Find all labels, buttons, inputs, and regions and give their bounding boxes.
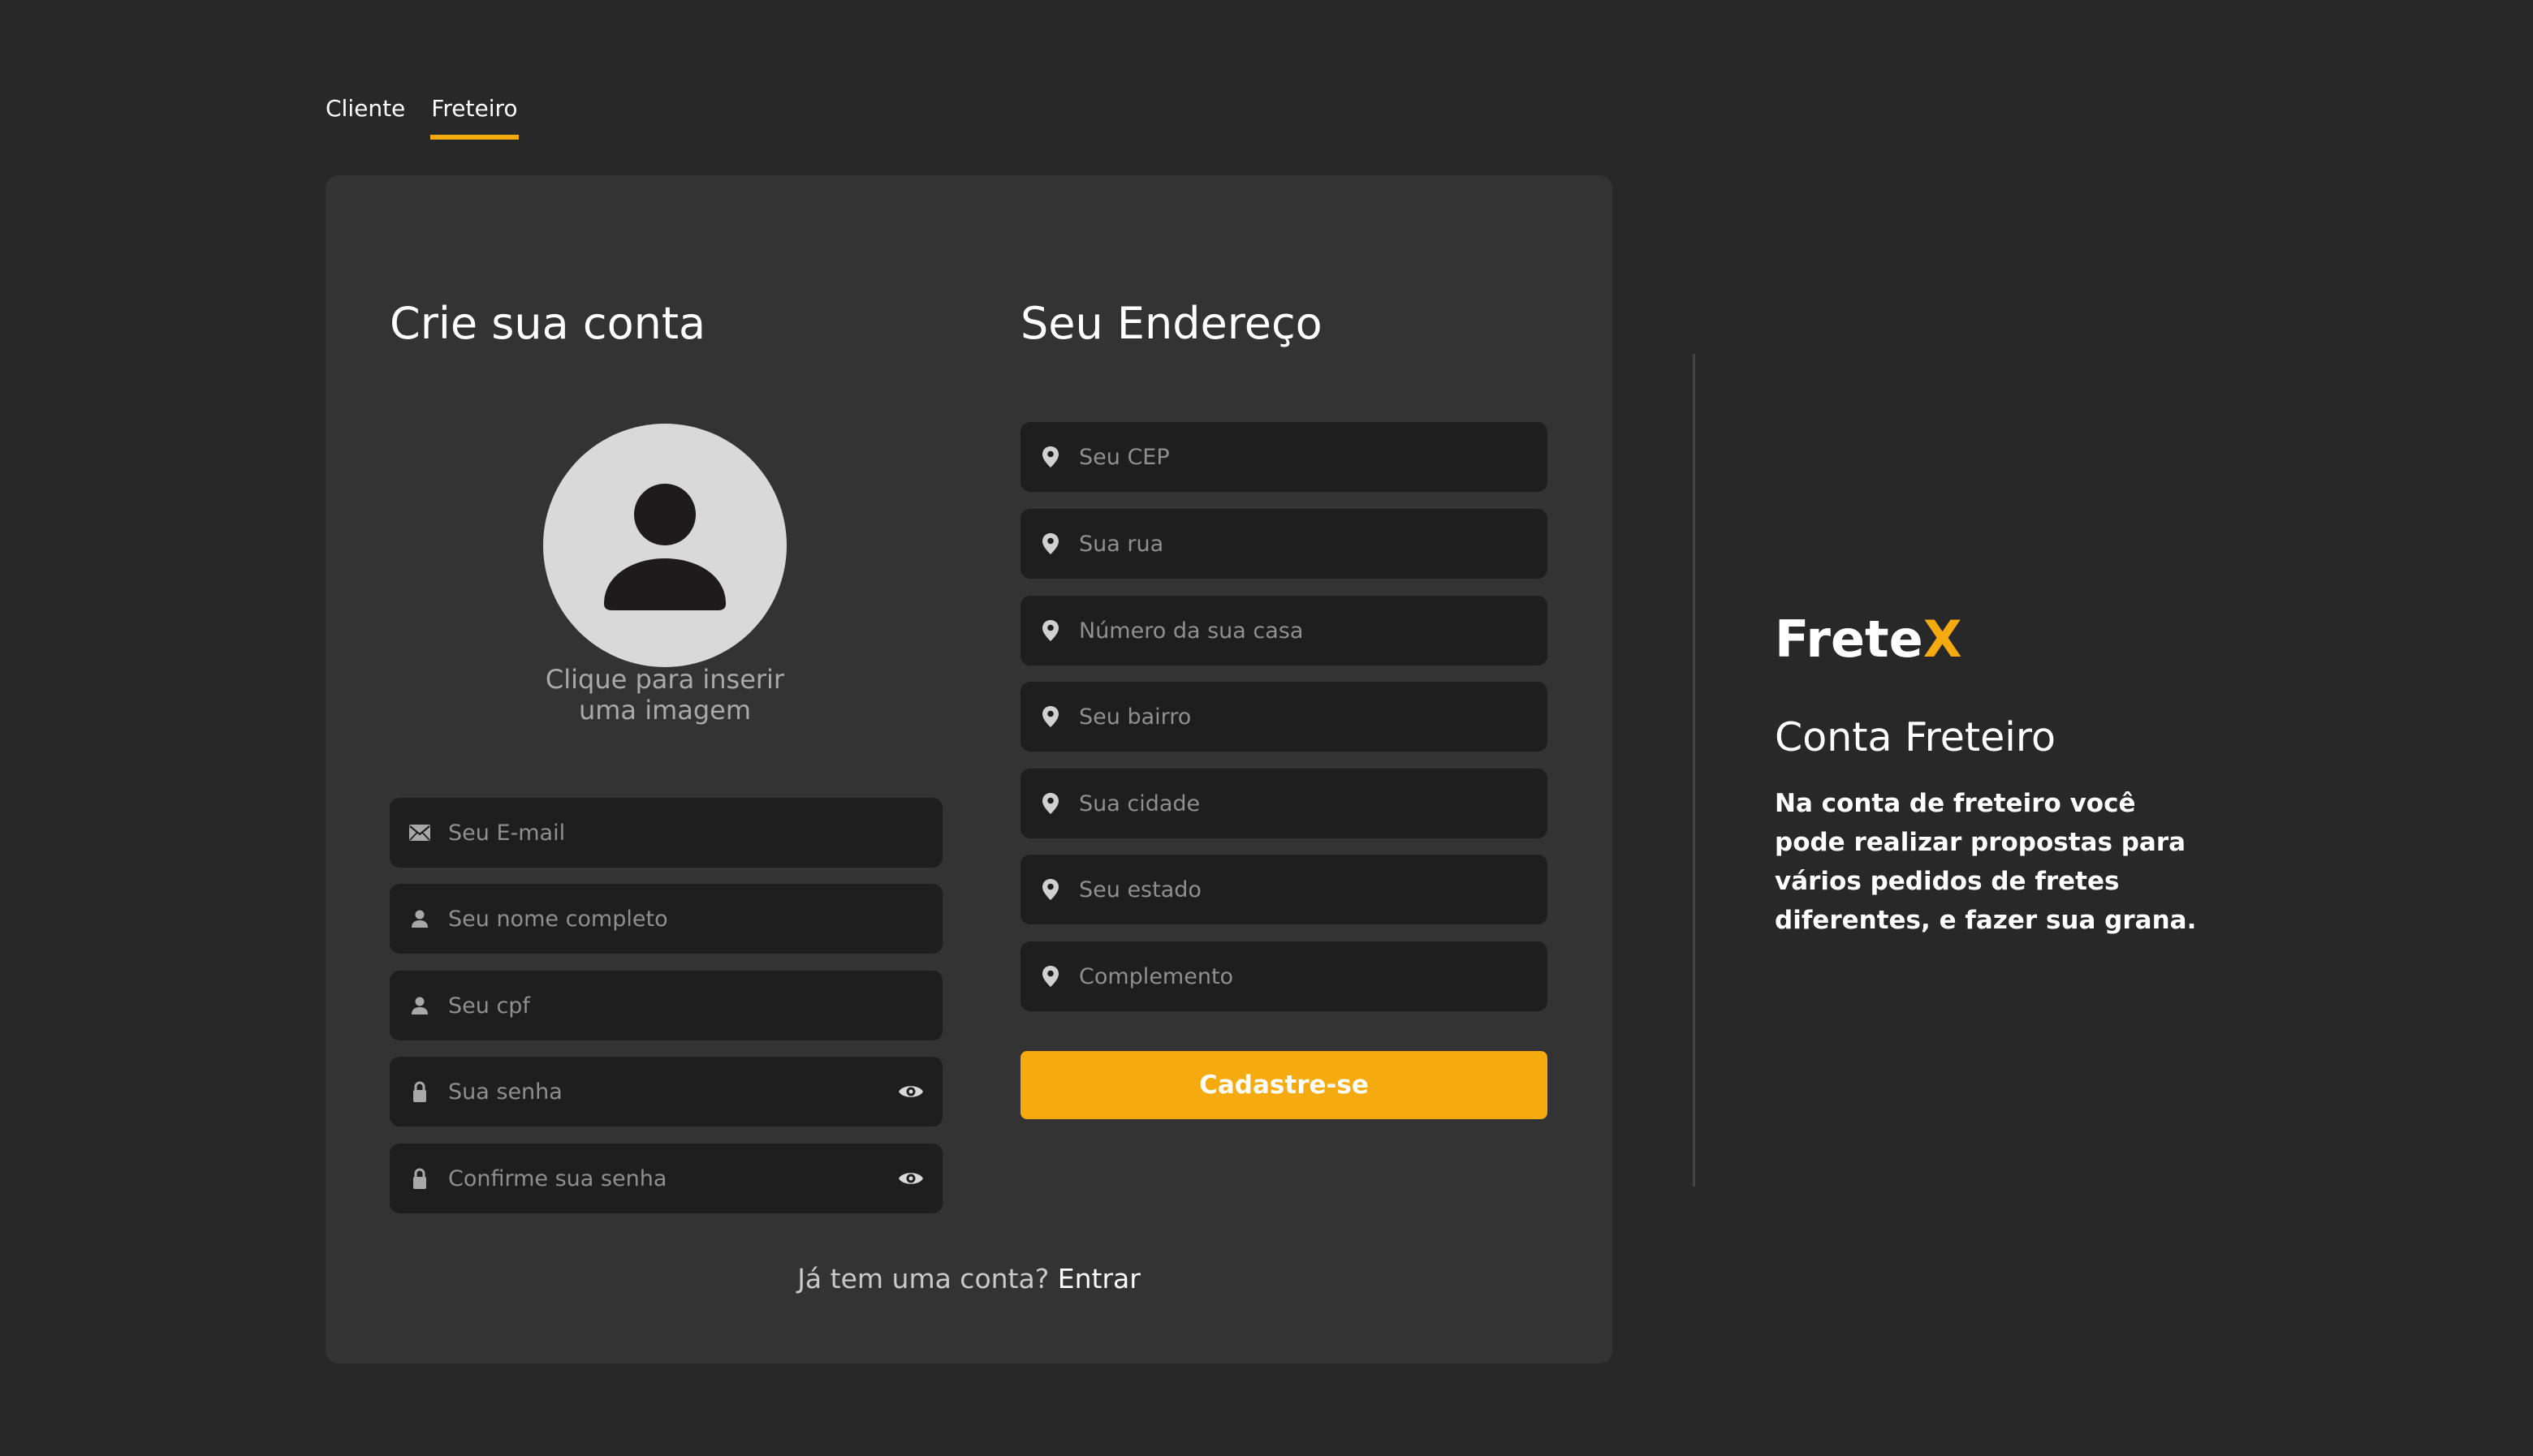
map-pin-icon xyxy=(1038,704,1063,729)
lock-icon xyxy=(408,1166,432,1191)
user-icon xyxy=(408,907,432,931)
vertical-divider xyxy=(1693,354,1695,1187)
neighborhood-placeholder: Seu bairro xyxy=(1079,704,1192,730)
tab-cliente[interactable]: Cliente xyxy=(325,91,406,140)
avatar-caption: Clique para inserir uma imagem xyxy=(527,664,803,726)
signup-button[interactable]: Cadastre-se xyxy=(1021,1051,1547,1119)
address-title: Seu Endereço xyxy=(1021,298,1323,349)
full-name-field[interactable]: Seu nome completo xyxy=(390,884,943,954)
brand-accent: X xyxy=(1922,610,1962,669)
login-prompt-text: Já tem uma conta? xyxy=(797,1263,1050,1294)
map-pin-icon xyxy=(1038,445,1063,469)
brand-logo: FreteX xyxy=(1775,607,1962,672)
avatar-caption-line2: uma imagem xyxy=(578,695,752,726)
login-prompt: Já tem uma conta? Entrar xyxy=(326,1261,1612,1297)
user-icon xyxy=(408,993,432,1018)
full-name-placeholder: Seu nome completo xyxy=(448,906,668,932)
cep-field[interactable]: Seu CEP xyxy=(1021,422,1547,492)
eye-icon[interactable] xyxy=(897,1079,925,1104)
avatar-upload[interactable]: Clique para inserir uma imagem xyxy=(543,424,787,726)
street-field[interactable]: Sua rua xyxy=(1021,509,1547,579)
map-pin-icon xyxy=(1038,877,1063,902)
user-silhouette-icon xyxy=(604,484,726,610)
city-placeholder: Sua cidade xyxy=(1079,790,1201,816)
house-number-field[interactable]: Número da sua casa xyxy=(1021,596,1547,666)
complement-placeholder: Complemento xyxy=(1079,963,1234,989)
cpf-placeholder: Seu cpf xyxy=(448,993,530,1019)
lock-icon xyxy=(408,1079,432,1104)
map-pin-icon xyxy=(1038,791,1063,816)
complement-field[interactable]: Complemento xyxy=(1021,941,1547,1011)
cpf-field[interactable]: Seu cpf xyxy=(390,971,943,1040)
map-pin-icon xyxy=(1038,964,1063,989)
password-field[interactable]: Sua senha xyxy=(390,1057,943,1126)
email-field[interactable]: Seu E-mail xyxy=(390,798,943,868)
avatar[interactable] xyxy=(543,424,787,667)
city-field[interactable]: Sua cidade xyxy=(1021,769,1547,838)
neighborhood-field[interactable]: Seu bairro xyxy=(1021,682,1547,752)
create-account-title: Crie sua conta xyxy=(390,298,706,349)
confirm-password-field[interactable]: Confirme sua senha xyxy=(390,1144,943,1213)
account-type-tabs: Cliente Freteiro xyxy=(325,91,519,140)
street-placeholder: Sua rua xyxy=(1079,531,1164,557)
account-type-description: Na conta de freteiro você pode realizar … xyxy=(1775,789,2197,935)
tab-freteiro[interactable]: Freteiro xyxy=(430,91,519,140)
account-type-title: Conta Freteiro xyxy=(1775,714,2056,760)
cep-placeholder: Seu CEP xyxy=(1079,444,1170,470)
brand-name: Frete xyxy=(1775,610,1923,669)
password-placeholder: Sua senha xyxy=(448,1079,563,1105)
avatar-caption-line1: Clique para inserir xyxy=(545,664,785,695)
map-pin-icon xyxy=(1038,532,1063,556)
map-pin-icon xyxy=(1038,618,1063,643)
state-placeholder: Seu estado xyxy=(1079,877,1202,902)
state-field[interactable]: Seu estado xyxy=(1021,855,1547,924)
eye-icon[interactable] xyxy=(897,1166,925,1191)
signup-card: Crie sua conta Seu Endereço Clique para … xyxy=(326,175,1612,1363)
confirm-password-placeholder: Confirme sua senha xyxy=(448,1165,667,1191)
login-link[interactable]: Entrar xyxy=(1058,1263,1141,1294)
email-placeholder: Seu E-mail xyxy=(448,820,566,846)
house-number-placeholder: Número da sua casa xyxy=(1079,618,1304,644)
envelope-icon xyxy=(408,821,432,845)
